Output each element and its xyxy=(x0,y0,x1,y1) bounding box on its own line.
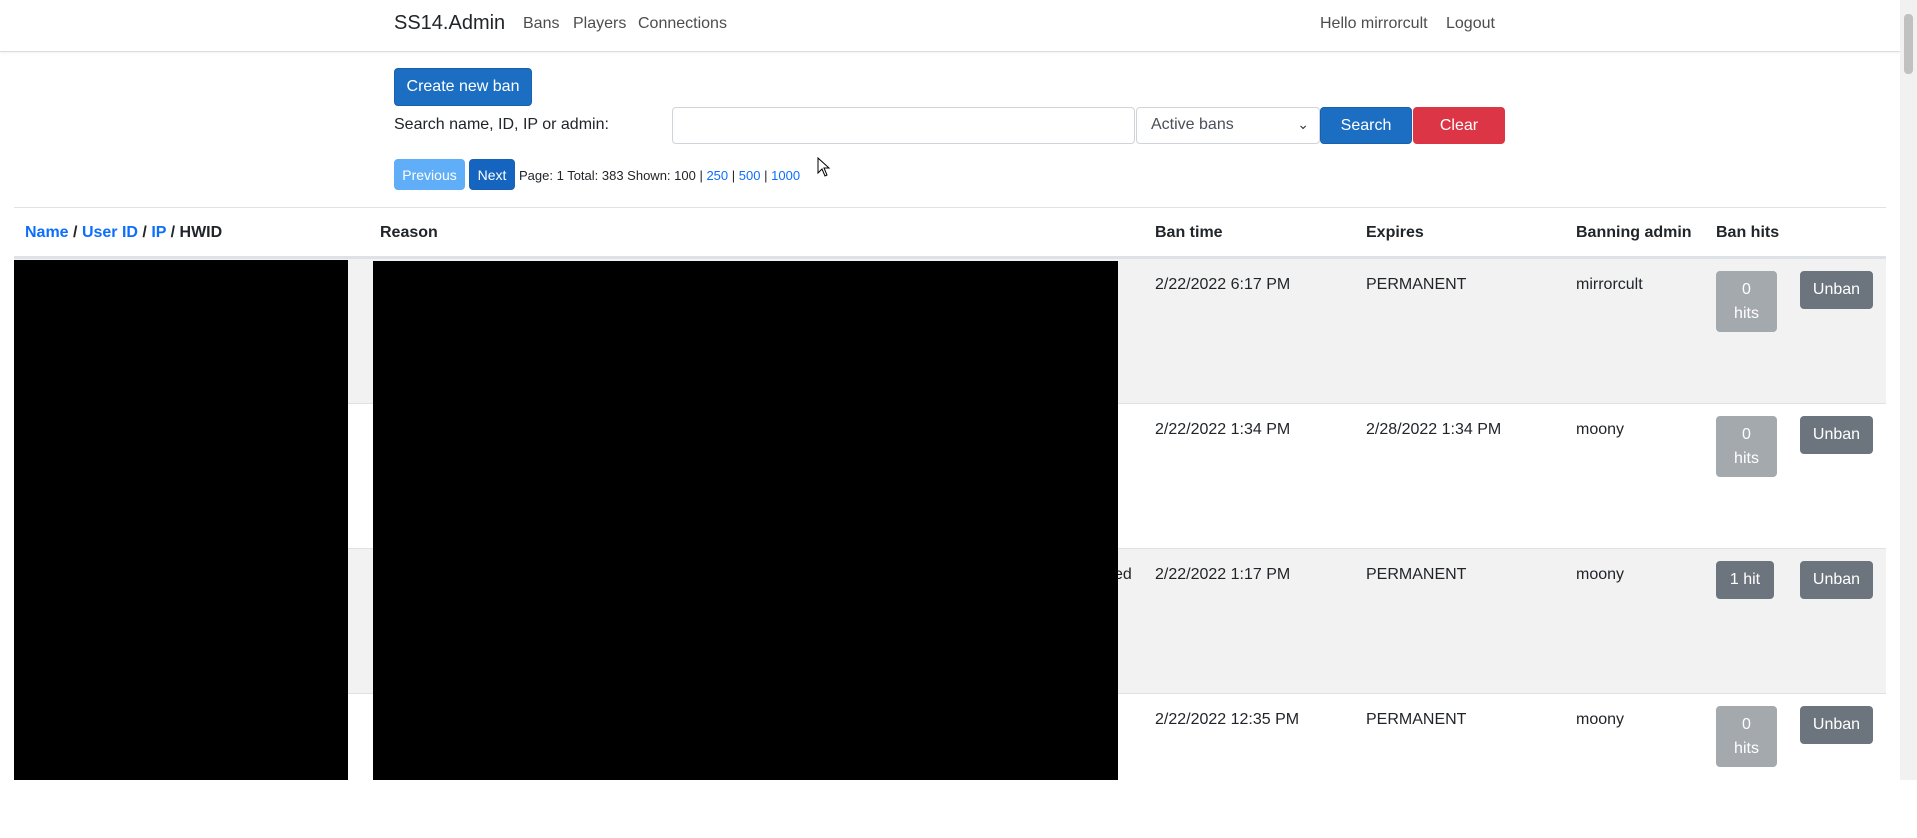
search-button[interactable]: Search xyxy=(1320,107,1412,144)
clear-button[interactable]: Clear xyxy=(1413,107,1505,144)
ban-hits-button[interactable]: 0 hits xyxy=(1716,706,1777,767)
nav-connections[interactable]: Connections xyxy=(638,15,727,33)
search-label: Search name, ID, IP or admin: xyxy=(394,116,609,133)
unban-button[interactable]: Unban xyxy=(1800,416,1873,454)
unban-button[interactable]: Unban xyxy=(1800,561,1873,599)
expires-cell: PERMANENT xyxy=(1366,711,1467,728)
nav-players[interactable]: Players xyxy=(573,15,626,33)
expires-cell: 2/28/2022 1:34 PM xyxy=(1366,421,1502,438)
top-navbar: SS14.Admin Bans Players Connections Hell… xyxy=(0,0,1900,52)
pager-summary: Page: 1 Total: 383 Shown: 100 | 250 | 50… xyxy=(519,168,801,183)
ban-time-cell: 2/22/2022 1:34 PM xyxy=(1155,421,1291,438)
page-size-1000[interactable]: 1000 xyxy=(771,168,800,183)
previous-page-button[interactable]: Previous xyxy=(394,159,465,190)
sort-user-id-link[interactable]: User ID xyxy=(82,224,138,241)
ban-time-cell: 2/22/2022 6:17 PM xyxy=(1155,276,1291,293)
next-page-button[interactable]: Next xyxy=(469,159,515,190)
ban-time-cell: 2/22/2022 12:35 PM xyxy=(1155,711,1300,728)
sort-ban-hits-link[interactable]: Ban hits xyxy=(1716,224,1779,242)
col-reason-header: Reason xyxy=(380,224,438,241)
scrollbar-thumb[interactable] xyxy=(1904,14,1913,74)
expires-cell: PERMANENT xyxy=(1366,276,1467,293)
table-top-border xyxy=(14,207,1886,208)
page-size-250[interactable]: 250 xyxy=(706,168,728,183)
ban-time-cell: 2/22/2022 1:17 PM xyxy=(1155,566,1291,583)
admin-cell: moony xyxy=(1576,711,1625,728)
user-greeting: Hello mirrorcult xyxy=(1320,15,1428,32)
col-identity-header: Name / User ID / IP / HWID xyxy=(25,224,223,241)
logout-link[interactable]: Logout xyxy=(1446,15,1495,33)
sort-banning-admin-link[interactable]: Banning admin xyxy=(1576,224,1692,242)
sort-ban-time-link[interactable]: Ban time xyxy=(1155,224,1223,242)
ban-filter-value: Active bans xyxy=(1151,116,1234,133)
chevron-down-icon: ⌄ xyxy=(1297,116,1309,132)
page-size-500[interactable]: 500 xyxy=(739,168,761,183)
page-scrollbar[interactable] xyxy=(1900,0,1917,780)
ban-hits-button[interactable]: 0 hits xyxy=(1716,271,1777,332)
sort-name-link[interactable]: Name xyxy=(25,224,69,241)
col-expires-header: Expires xyxy=(1366,224,1424,241)
admin-cell: moony xyxy=(1576,566,1625,583)
brand-link[interactable]: SS14.Admin xyxy=(394,12,505,35)
nav-bans[interactable]: Bans xyxy=(523,15,559,33)
admin-cell: moony xyxy=(1576,421,1625,438)
ban-hits-button[interactable]: 0 hits xyxy=(1716,416,1777,477)
admin-cell: mirrorcult xyxy=(1576,276,1643,293)
unban-button[interactable]: Unban xyxy=(1800,271,1873,309)
redacted-reason-block xyxy=(373,261,1118,780)
create-ban-button[interactable]: Create new ban xyxy=(394,68,532,106)
mouse-cursor-icon xyxy=(817,157,831,177)
hwid-header: HWID xyxy=(179,224,223,241)
pager-summary-text: Page: 1 Total: 383 Shown: 100 | xyxy=(519,168,703,183)
ban-hits-button[interactable]: 1 hit xyxy=(1716,561,1774,599)
unban-button[interactable]: Unban xyxy=(1800,706,1873,744)
expires-cell: PERMANENT xyxy=(1366,566,1467,583)
redacted-identity-block xyxy=(14,260,348,780)
ban-filter-select[interactable]: Active bans ⌄ xyxy=(1136,107,1320,144)
search-input[interactable] xyxy=(672,107,1135,144)
sort-ip-link[interactable]: IP xyxy=(151,224,166,241)
